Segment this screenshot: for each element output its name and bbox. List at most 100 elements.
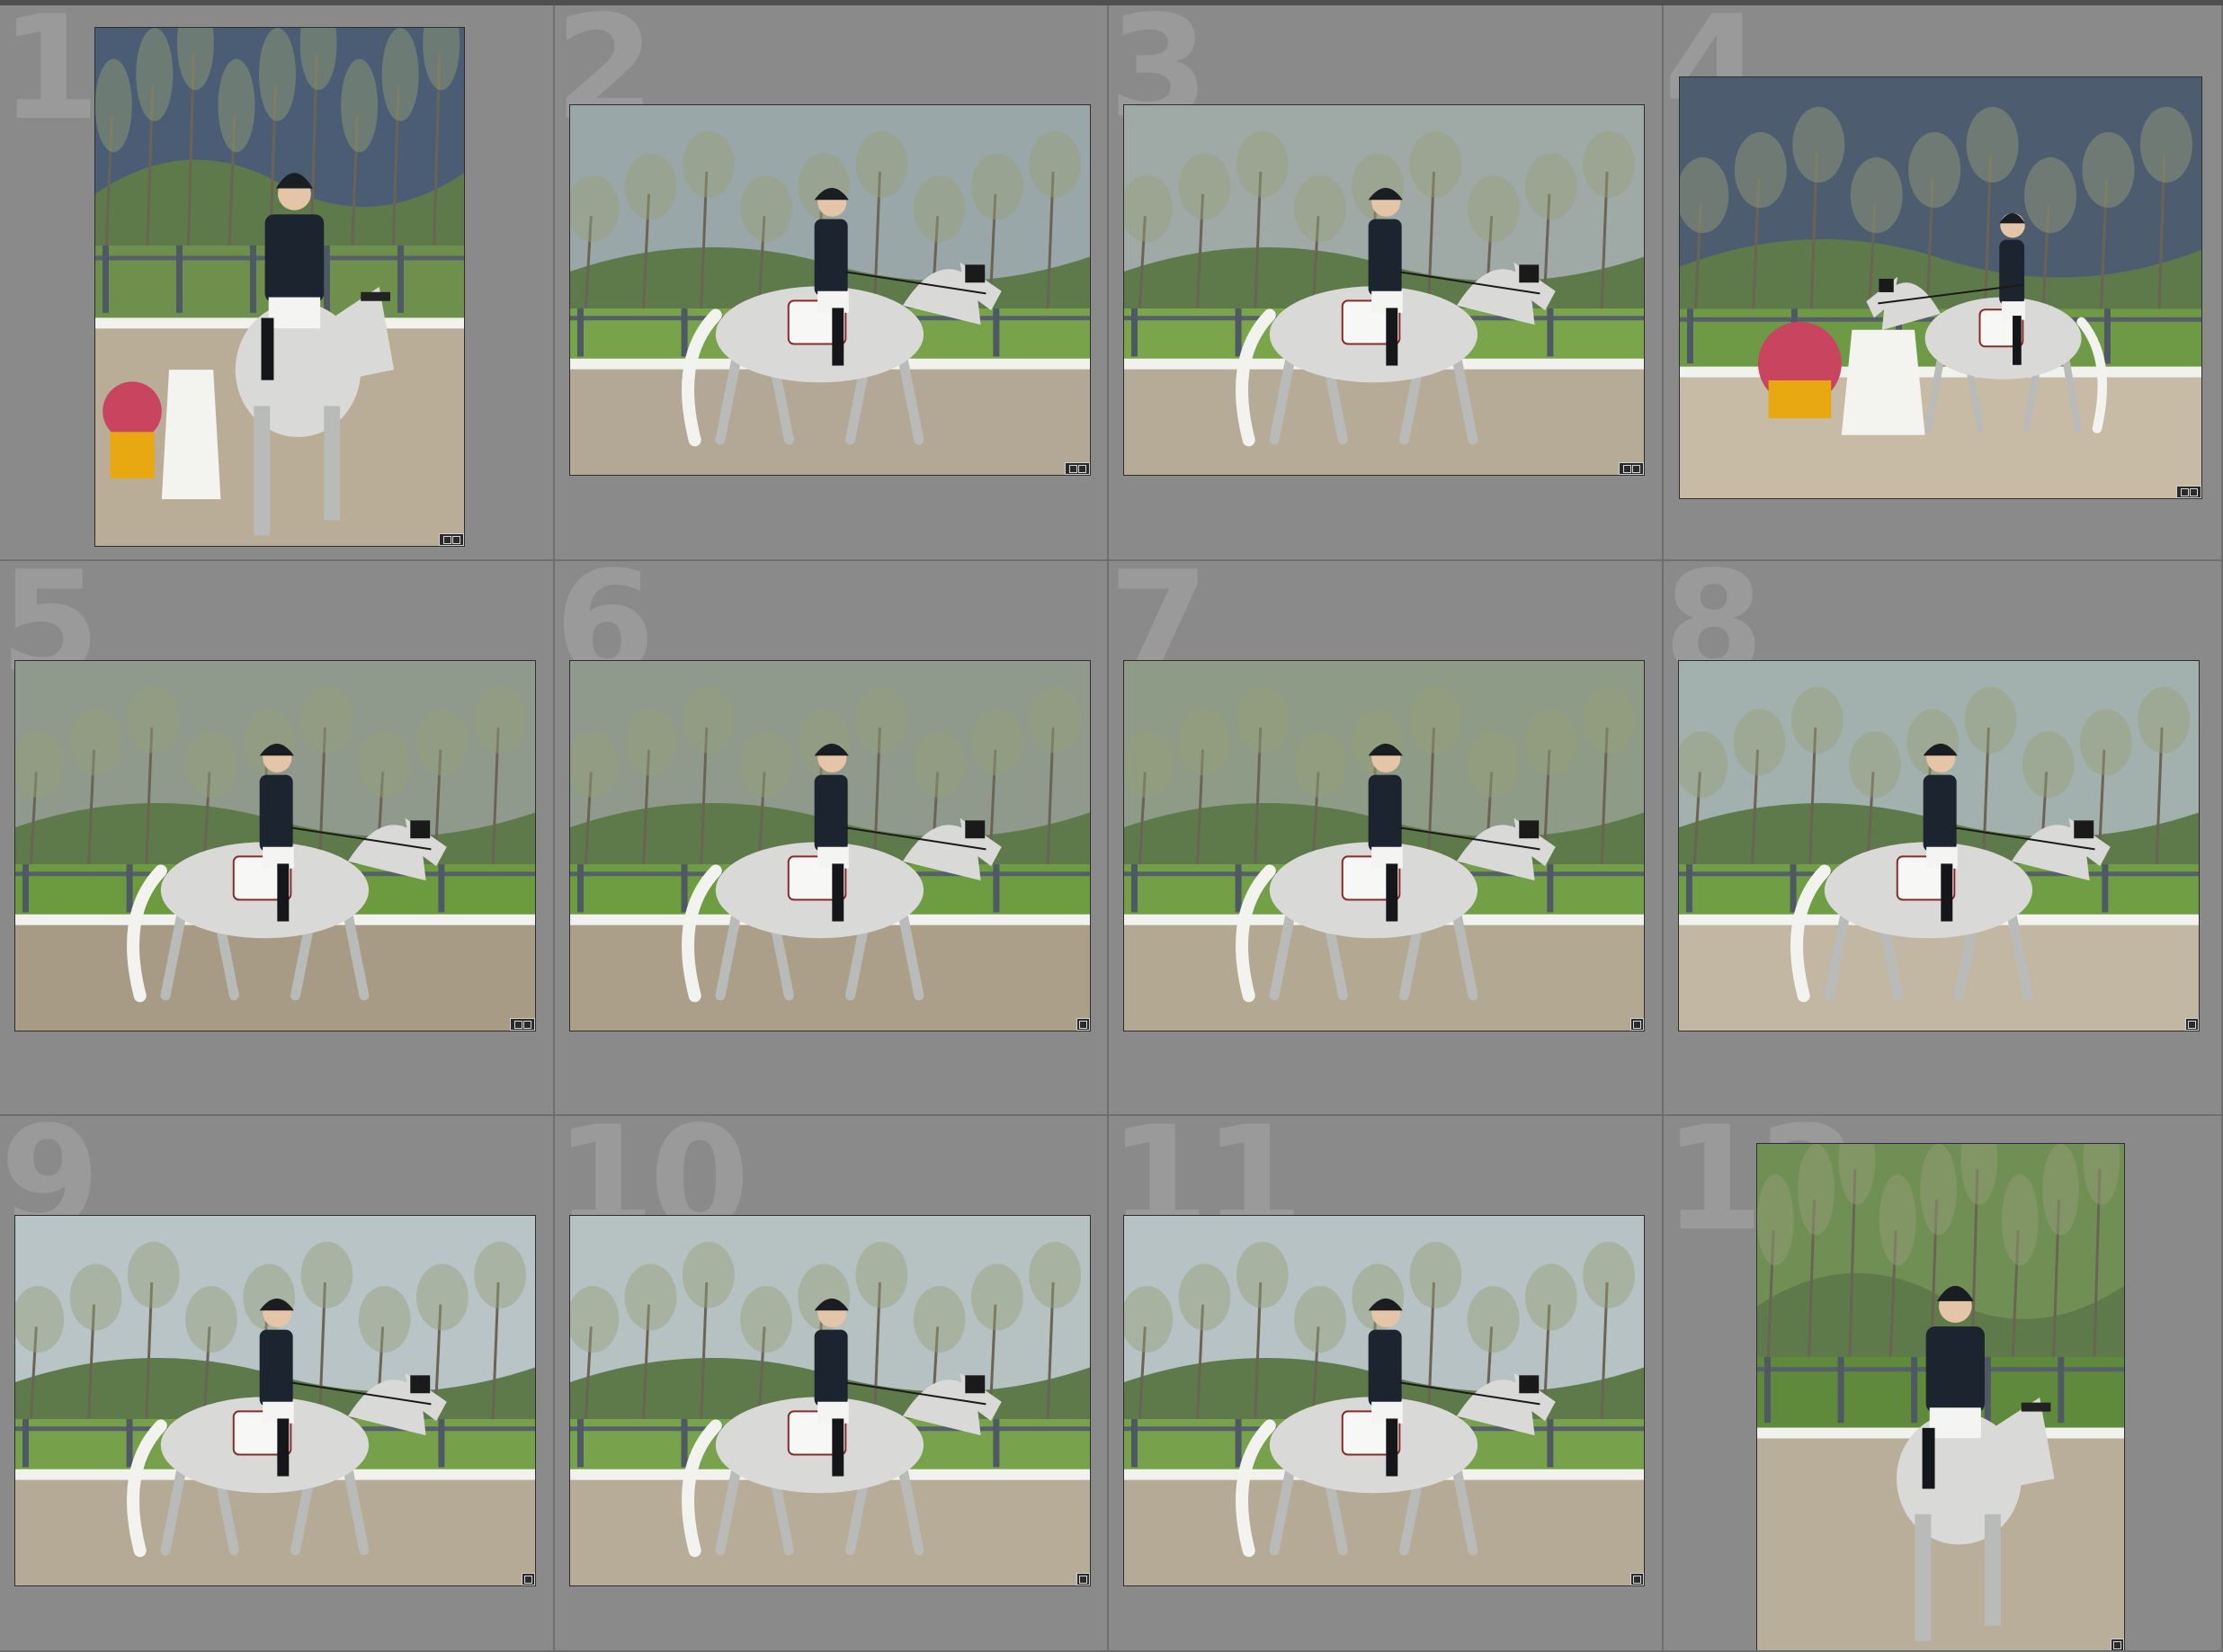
thumbnail-badge-icon[interactable] [1619, 462, 1644, 475]
photo-thumbnail[interactable] [14, 1215, 536, 1586]
grid-cell-5[interactable]: 5 [0, 561, 555, 1116]
tree-crown [913, 175, 966, 243]
photo-image [1680, 77, 2201, 498]
tree-crown [1236, 1241, 1289, 1308]
tree-crown [855, 686, 908, 754]
tree-crown [127, 1241, 180, 1308]
ear-bonnet [410, 1375, 431, 1394]
tree-crown [624, 1264, 677, 1331]
tree-crown [970, 1264, 1023, 1331]
ear-bonnet [1879, 278, 1894, 292]
tree-crown [300, 1241, 353, 1308]
fence-post [126, 1419, 133, 1468]
fence-post [1911, 1356, 1918, 1424]
thumbnail-badge-icon[interactable] [1065, 462, 1090, 475]
fence-post [576, 308, 584, 357]
grid-cell-1[interactable]: 1 [0, 5, 555, 561]
thumbnail-badge-icon[interactable] [2111, 1639, 2124, 1650]
thumbnail-badge-icon[interactable] [522, 1573, 535, 1585]
tree-crown [381, 28, 419, 121]
thumbnail-badge-icon[interactable] [439, 533, 464, 546]
tree-crown [740, 175, 792, 243]
tree-crown [185, 731, 237, 799]
photo-thumbnail[interactable] [1123, 660, 1645, 1031]
tree-crown [185, 1286, 237, 1353]
photo-thumbnail[interactable] [14, 660, 536, 1031]
thumbnail-badge-icon[interactable] [510, 1018, 535, 1031]
rider-boot [277, 1418, 290, 1477]
rider-jacket [814, 1329, 848, 1407]
grid-cell-2[interactable]: 2 [555, 5, 1109, 561]
photo-thumbnail[interactable] [569, 660, 1091, 1031]
grid-cell-3[interactable]: 3 [1109, 5, 1664, 561]
metadata-icon [2188, 1020, 2196, 1029]
tree-crown [1850, 156, 1903, 234]
grid-cell-11[interactable]: 11 [1109, 1116, 1664, 1652]
tree-crown [855, 130, 908, 198]
metadata-icon [524, 1575, 532, 1584]
fence-post [1130, 308, 1138, 357]
fence-post [681, 308, 688, 357]
tree-crown [1467, 731, 1520, 799]
tree-crown [1849, 731, 1901, 799]
tree-crown [913, 1286, 966, 1353]
fence-post [1130, 1419, 1138, 1468]
edited-icon [522, 1020, 531, 1029]
fence-post [249, 245, 256, 313]
tree-crown [1964, 686, 2017, 754]
tree-crown [1524, 153, 1577, 220]
tree-crown [300, 686, 353, 754]
photo-thumbnail[interactable] [1679, 76, 2202, 499]
photo-thumbnail[interactable] [569, 104, 1091, 476]
fence-post [1837, 1356, 1844, 1424]
thumbnail-badge-icon[interactable] [2176, 486, 2201, 498]
thumbnail-badge-icon[interactable] [2185, 1018, 2199, 1031]
fence-post [2103, 308, 2111, 364]
edited-icon [1631, 464, 1640, 473]
grid-cell-12[interactable]: 12 [1664, 1116, 2223, 1652]
rider-breeches [1929, 1407, 1981, 1439]
ear-bonnet [2074, 820, 2094, 839]
photo-image [15, 661, 535, 1031]
grid-cell-6[interactable]: 6 [555, 561, 1109, 1116]
photo-image [1757, 1144, 2124, 1650]
tree-crown [1757, 1174, 1794, 1266]
flower-pot [110, 432, 155, 479]
tree-crown [2082, 131, 2135, 209]
grid-cell-10[interactable]: 10 [555, 1116, 1109, 1652]
thumbnail-badge-icon[interactable] [1630, 1018, 1644, 1031]
tree-crown [474, 686, 526, 754]
photo-thumbnail[interactable] [1678, 660, 2200, 1031]
tree-crown [1879, 1174, 1916, 1266]
metadata-icon [1633, 1020, 1641, 1029]
arena-ground [1680, 371, 2201, 498]
tree-crown [1294, 1286, 1346, 1353]
ear-bonnet [410, 820, 431, 839]
photo-thumbnail[interactable] [94, 27, 465, 547]
metadata-icon [2180, 487, 2189, 496]
grid-cell-9[interactable]: 9 [0, 1116, 555, 1652]
thumbnail-badge-icon[interactable] [1630, 1573, 1644, 1585]
thumbnail-badge-icon[interactable] [1076, 1018, 1090, 1031]
grid-cell-4[interactable]: 4 [1664, 5, 2223, 561]
photo-thumbnail[interactable] [1123, 104, 1645, 476]
edited-icon [451, 535, 460, 544]
fence-post [1763, 1356, 1771, 1424]
photo-thumbnail[interactable] [1123, 1215, 1645, 1586]
photo-thumbnail[interactable] [1756, 1143, 2125, 1650]
tree-crown [415, 1264, 469, 1331]
rider-jacket [814, 219, 848, 297]
photo-image [1124, 661, 1644, 1031]
photo-thumbnail[interactable] [569, 1215, 1091, 1586]
tree-crown [2001, 1174, 2039, 1266]
grid-cell-7[interactable]: 7 [1109, 561, 1664, 1116]
rider-jacket [1925, 1326, 1985, 1413]
fence-post [1235, 1419, 1242, 1468]
grid-cell-8[interactable]: 8 [1664, 561, 2223, 1116]
edited-icon [2189, 487, 2198, 496]
bridle [361, 291, 390, 301]
tree-crown [1966, 106, 2019, 183]
thumbnail-badge-icon[interactable] [1076, 1573, 1090, 1585]
fence-post [1547, 864, 1554, 913]
cell-index-number: 1 [0, 5, 100, 152]
